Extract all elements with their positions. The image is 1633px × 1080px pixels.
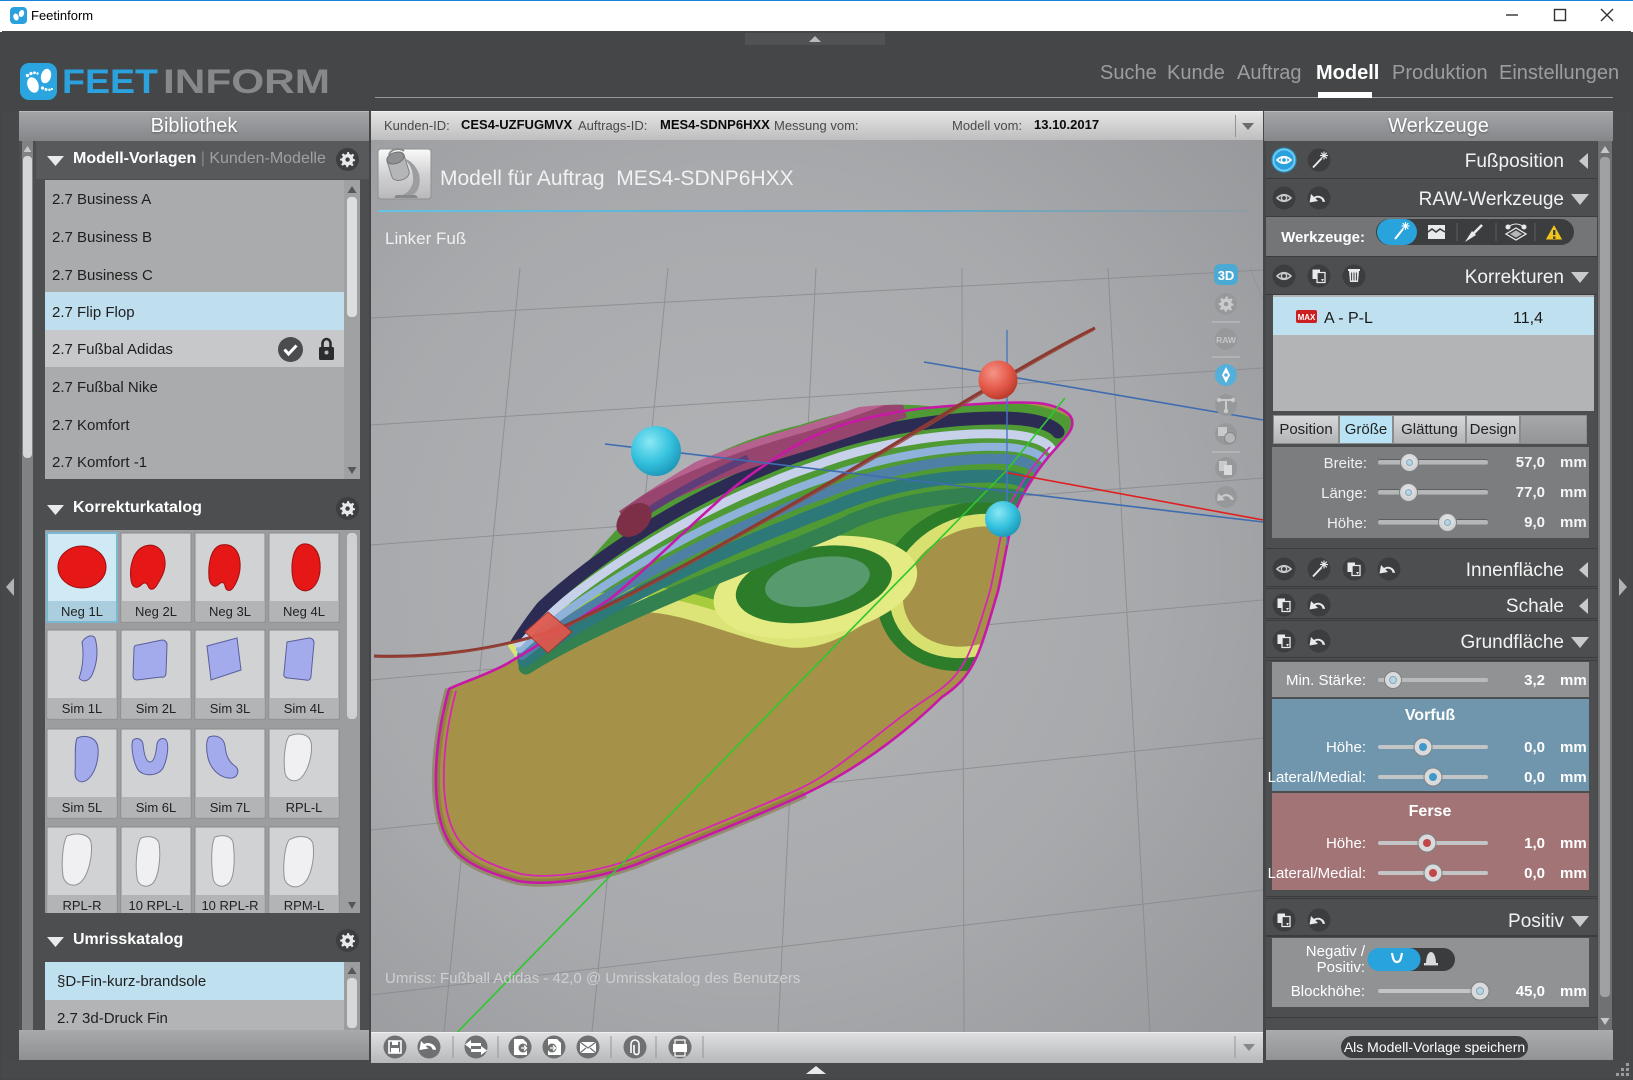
svg-text:mm: mm <box>1560 739 1587 756</box>
svg-text:mm: mm <box>1560 983 1587 1000</box>
svg-text:Ferse: Ferse <box>1409 803 1452 820</box>
svg-text:Sim 5L: Sim 5L <box>62 800 102 815</box>
svg-text:Höhe:: Höhe: <box>1326 739 1366 756</box>
svg-text:Modell für Auftrag MES4-SDNP6: Modell für Auftrag MES4-SDNP6HXX <box>440 167 794 190</box>
svg-text:Schale: Schale <box>1506 596 1564 617</box>
svg-text:INFORM: INFORM <box>163 63 330 101</box>
svg-text:Innenfläche: Innenfläche <box>1466 560 1564 581</box>
svg-text:RPL-R: RPL-R <box>62 898 101 913</box>
svg-text:3,2: 3,2 <box>1524 672 1545 689</box>
svg-text:Sim 2L: Sim 2L <box>136 701 176 716</box>
svg-text:RAW-Werkzeuge: RAW-Werkzeuge <box>1419 189 1564 210</box>
svg-text:RAW: RAW <box>1216 335 1237 345</box>
svg-text:Höhe:: Höhe: <box>1326 835 1366 852</box>
svg-text:Lateral/Medial:: Lateral/Medial: <box>1268 865 1366 882</box>
svg-text:mm: mm <box>1560 769 1587 786</box>
svg-text:Sim 4L: Sim 4L <box>284 701 324 716</box>
svg-text:Neg 3L: Neg 3L <box>209 604 251 619</box>
svg-text:Neg 2L: Neg 2L <box>135 604 177 619</box>
svg-text:Sim 7L: Sim 7L <box>210 800 250 815</box>
svg-text:Linker Fuß: Linker Fuß <box>385 229 466 248</box>
svg-text:Neg 1L: Neg 1L <box>61 604 103 619</box>
svg-text:Werkzeuge:: Werkzeuge: <box>1281 229 1365 246</box>
svg-text:Min. Stärke:: Min. Stärke: <box>1286 672 1366 689</box>
svg-text:mm: mm <box>1560 835 1587 852</box>
svg-text:3D: 3D <box>1218 268 1235 283</box>
svg-text:Fußposition: Fußposition <box>1465 151 1564 172</box>
svg-text:0,0: 0,0 <box>1524 769 1545 786</box>
svg-text:MAX: MAX <box>1298 313 1316 322</box>
svg-text:45,0: 45,0 <box>1516 983 1545 1000</box>
svg-text:Sim 3L: Sim 3L <box>210 701 250 716</box>
svg-text:Positiv: Positiv <box>1508 911 1564 932</box>
svg-text:Lateral/Medial:: Lateral/Medial: <box>1268 769 1366 786</box>
svg-text:0,0: 0,0 <box>1524 865 1545 882</box>
svg-text:Korrekturen: Korrekturen <box>1465 267 1564 288</box>
svg-text:Umriss: Fußball Adidas - 42,: Umriss: Fußball Adidas - 42,0 @ Umrisska… <box>385 970 800 987</box>
svg-text:Grundfläche: Grundfläche <box>1460 632 1564 653</box>
svg-text:FEET: FEET <box>62 63 158 101</box>
svg-text:0,0: 0,0 <box>1524 739 1545 756</box>
svg-text:Negativ /: Negativ / <box>1306 943 1366 960</box>
svg-text:mm: mm <box>1560 865 1587 882</box>
svg-text:RPL-L: RPL-L <box>286 800 323 815</box>
svg-text:1,0: 1,0 <box>1524 835 1545 852</box>
svg-text:10 RPL-L: 10 RPL-L <box>129 898 184 913</box>
svg-text:Positiv:: Positiv: <box>1317 959 1365 976</box>
svg-text:mm: mm <box>1560 672 1587 689</box>
svg-text:RPM-L: RPM-L <box>284 898 324 913</box>
svg-text:Sim 6L: Sim 6L <box>136 800 176 815</box>
svg-text:10 RPL-R: 10 RPL-R <box>201 898 258 913</box>
svg-text:A - P-L: A - P-L <box>1324 310 1373 327</box>
svg-text:Vorfuß: Vorfuß <box>1405 707 1456 724</box>
svg-text:Blockhöhe:: Blockhöhe: <box>1291 983 1365 1000</box>
svg-text:Sim 1L: Sim 1L <box>62 701 102 716</box>
svg-text:11,4: 11,4 <box>1513 310 1543 327</box>
svg-text:Neg 4L: Neg 4L <box>283 604 325 619</box>
